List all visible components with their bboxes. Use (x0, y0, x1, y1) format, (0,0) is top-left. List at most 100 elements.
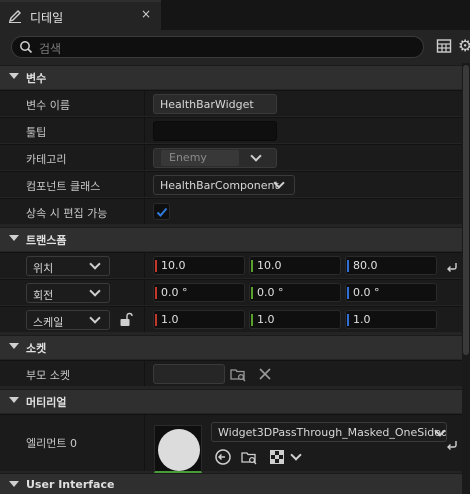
search-input[interactable]: 검색 (11, 36, 424, 58)
browse-folder-icon[interactable] (240, 448, 258, 466)
scale-x-value: 1.0 (161, 313, 179, 326)
row-scale: 스케일 1.0 1.0 1.0 (0, 306, 462, 332)
reset-arrow-icon[interactable] (445, 259, 459, 273)
location-x-input[interactable]: 10.0 (153, 256, 245, 275)
section-socket[interactable]: 소켓 (0, 335, 470, 359)
element-label: 엘리먼트 0 (26, 437, 77, 450)
row-category: 카테고리 Enemy (0, 144, 462, 170)
use-selected-arrow-icon[interactable] (214, 448, 232, 466)
scale-y-value: 1.0 (257, 313, 275, 326)
collapse-arrow-icon (9, 343, 19, 349)
column-divider (144, 280, 145, 305)
column-divider (144, 415, 145, 471)
vertical-scrollbar[interactable] (462, 63, 470, 494)
rotation-y-value: 0.0 ° (257, 286, 284, 299)
parent-socket-input[interactable] (153, 364, 225, 384)
row-rotation: 회전 0.0 ° 0.0 ° 0.0 ° (0, 279, 462, 305)
material-value: Widget3DPassThrough_Masked_OneSided (218, 426, 447, 439)
x-axis-marker (155, 314, 157, 326)
column-divider (144, 91, 145, 116)
checker-material-icon[interactable] (268, 448, 286, 466)
tab-details[interactable]: 디테일 × (0, 0, 161, 30)
location-x-value: 10.0 (161, 259, 186, 272)
column-divider (144, 145, 145, 170)
material-dropdown[interactable]: Widget3DPassThrough_Masked_OneSided (211, 422, 447, 442)
z-axis-marker (347, 287, 349, 299)
scrollbar-thumb[interactable] (463, 65, 469, 355)
checkmark-icon (156, 207, 168, 217)
tab-title: 디테일 (30, 11, 64, 25)
material-preview-sphere (158, 429, 200, 471)
row-component-class: 컴포넌트 클래스 HealthBarComponent (0, 171, 462, 197)
search-row: 검색 ⚙ (0, 30, 470, 63)
scale-z-value: 1.0 (353, 313, 371, 326)
column-divider (144, 307, 145, 332)
section-material[interactable]: 머티리얼 (0, 389, 470, 413)
section-label: 머티리얼 (26, 396, 67, 409)
location-z-value: 80.0 (353, 259, 378, 272)
rotation-y-input[interactable]: 0.0 ° (249, 283, 341, 302)
section-variables[interactable]: 변수 (0, 65, 470, 89)
section-label: 소켓 (26, 342, 47, 355)
location-mode-dropdown[interactable]: 위치 (26, 256, 110, 276)
x-axis-marker (155, 260, 157, 272)
material-thumbnail[interactable] (154, 425, 202, 473)
scale-x-input[interactable]: 1.0 (153, 310, 245, 329)
chevron-down-icon (250, 150, 262, 162)
gear-icon[interactable]: ⚙ (458, 37, 470, 55)
clear-x-icon[interactable] (256, 365, 274, 383)
reset-arrow-icon[interactable] (445, 437, 459, 451)
column-divider (144, 199, 145, 224)
y-axis-marker (251, 287, 253, 299)
tooltip-input[interactable] (153, 121, 277, 141)
section-user-interface[interactable]: User Interface (0, 473, 470, 494)
table-view-icon[interactable] (436, 38, 452, 54)
scale-mode-dropdown[interactable]: 스케일 (26, 310, 110, 330)
category-value: Enemy (161, 150, 239, 166)
variable-name-label: 변수 이름 (26, 99, 70, 112)
component-class-label: 컴포넌트 클래스 (26, 180, 101, 193)
tooltip-label: 툴팁 (26, 126, 47, 139)
row-tooltip: 툴팁 (0, 117, 462, 143)
rotation-mode-dropdown[interactable]: 회전 (26, 283, 110, 303)
collapse-arrow-icon (9, 481, 19, 487)
section-transform[interactable]: 트랜스폼 (0, 227, 470, 251)
row-location: 위치 10.0 10.0 80.0 (0, 252, 462, 278)
rotation-z-input[interactable]: 0.0 ° (345, 283, 437, 302)
unlock-icon[interactable] (119, 312, 133, 327)
chevron-down-icon[interactable] (290, 449, 302, 461)
y-axis-marker (251, 314, 253, 326)
column-divider (144, 172, 145, 197)
chevron-down-icon (89, 312, 101, 324)
x-axis-marker (155, 287, 157, 299)
scale-label: 스케일 (33, 316, 64, 329)
pencil-icon (8, 10, 21, 23)
rotation-x-value: 0.0 ° (161, 286, 188, 299)
rotation-x-input[interactable]: 0.0 ° (153, 283, 245, 302)
scale-y-input[interactable]: 1.0 (249, 310, 341, 329)
column-divider (144, 361, 145, 386)
tab-bar: 디테일 × (0, 0, 470, 30)
row-editable: 상속 시 편집 가능 (0, 198, 462, 224)
category-label: 카테고리 (26, 153, 67, 166)
z-axis-marker (347, 314, 349, 326)
location-y-input[interactable]: 10.0 (249, 256, 341, 275)
browse-folder-icon[interactable] (229, 365, 247, 383)
component-class-dropdown[interactable]: HealthBarComponent (153, 175, 295, 195)
scale-z-input[interactable]: 1.0 (345, 310, 437, 329)
category-dropdown[interactable]: Enemy (153, 148, 277, 168)
row-parent-socket: 부모 소켓 (0, 360, 462, 386)
chevron-down-icon (89, 285, 101, 297)
search-placeholder: 검색 (39, 42, 62, 56)
close-icon[interactable]: × (139, 7, 153, 23)
section-label: User Interface (26, 478, 115, 491)
column-divider (144, 118, 145, 143)
variable-name-input[interactable]: HealthBarWidget (153, 94, 277, 114)
editable-label: 상속 시 편집 가능 (26, 207, 108, 220)
rotation-label: 회전 (33, 289, 54, 302)
editable-checkbox[interactable] (153, 203, 170, 220)
collapse-arrow-icon (9, 397, 19, 403)
rotation-z-value: 0.0 ° (353, 286, 380, 299)
location-z-input[interactable]: 80.0 (345, 256, 437, 275)
row-material-element: 엘리먼트 0 Widget3DPassThrough_Masked_OneSid… (0, 414, 462, 473)
